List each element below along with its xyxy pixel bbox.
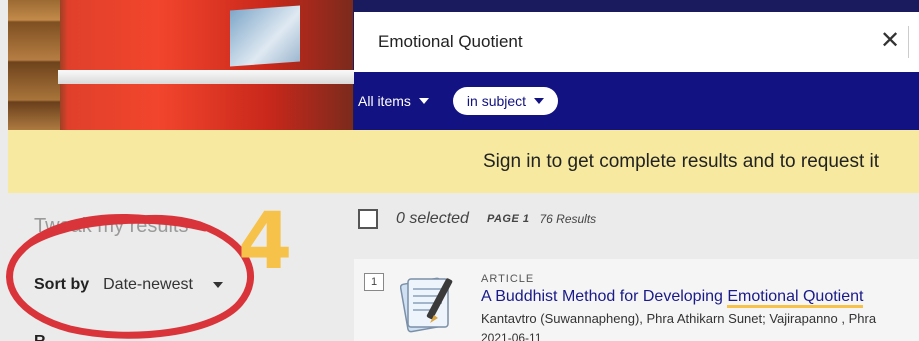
search-divider [908, 26, 909, 58]
book-photo [230, 5, 300, 67]
tweak-results-heading: Tweak my results [34, 215, 189, 237]
search-input[interactable]: Emotional Quotient [378, 32, 523, 52]
annotation-number: 4 [238, 197, 293, 287]
shelf [58, 70, 358, 84]
next-filter-label: R [34, 333, 46, 341]
title-prefix: A Buddhist Method for Developing [481, 288, 728, 305]
chevron-down-icon [534, 98, 545, 104]
filter-panel: Tweak my results Sort by Date-newest R [8, 193, 346, 341]
result-card[interactable]: 1 ARTICLE A Buddhist Method for Developi… [354, 259, 919, 341]
sort-label: Sort by [34, 276, 90, 293]
result-authors: Kantavtro (Suwannapheng), Phra Athikarn … [481, 311, 877, 326]
bookshelf-wall [8, 0, 60, 130]
selected-count: 0 selected [396, 210, 469, 227]
page-label: PAGE 1 [486, 213, 530, 225]
scope-bar: All items in subject [354, 72, 919, 130]
title-highlight: Emotional Quotient [727, 288, 864, 308]
chevron-down-icon [418, 98, 429, 104]
field-label: in subject [466, 93, 527, 109]
select-all-checkbox[interactable] [358, 209, 378, 229]
field-dropdown[interactable]: in subject [452, 87, 559, 115]
sort-row: Sort by Date-newest [34, 276, 223, 294]
result-date: 2021-06-11 [481, 331, 542, 341]
sign-in-banner[interactable]: Sign in to get complete results and to r… [8, 130, 919, 193]
results-toolbar: 0 selected PAGE 1 76 Results [358, 209, 596, 229]
close-icon[interactable]: ✕ [876, 26, 904, 56]
search-box[interactable]: Emotional Quotient ✕ [354, 12, 919, 72]
result-title-link[interactable]: A Buddhist Method for Developing Emotion… [481, 288, 864, 308]
chevron-down-icon [212, 282, 223, 288]
document-pen-icon [400, 277, 453, 333]
sign-in-text: Sign in to get complete results and to r… [483, 151, 880, 172]
scope-label: All items [358, 93, 411, 109]
result-count: 76 Results [539, 212, 597, 226]
sort-value: Date-newest [103, 276, 193, 293]
results-area: 0 selected PAGE 1 76 Results 1 ARTICLE A… [346, 193, 919, 341]
sort-dropdown[interactable]: Date-newest [103, 276, 223, 294]
result-type: ARTICLE [481, 273, 535, 285]
result-index[interactable]: 1 [364, 273, 384, 291]
scope-dropdown[interactable]: All items [358, 93, 429, 109]
